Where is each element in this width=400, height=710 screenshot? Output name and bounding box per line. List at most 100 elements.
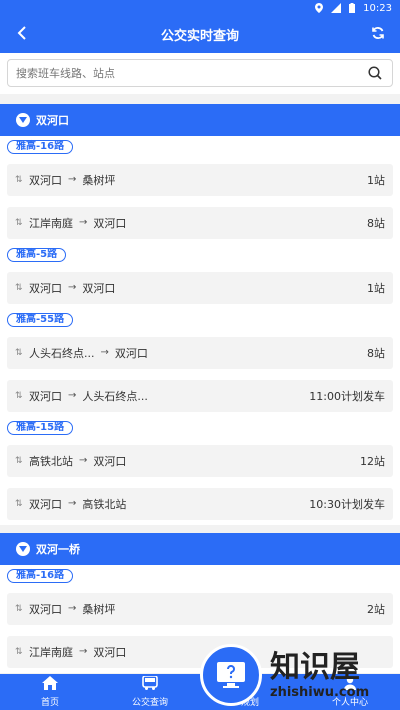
trip-item[interactable]: ⇅ 人头石终点... → 双河口 8站 (7, 336, 393, 369)
trip-row: ⇅ 高铁北站 → 双河口 12站 (0, 439, 400, 482)
trip-item[interactable]: ⇅ 双河口 → 桑树坪 2站 (7, 592, 393, 625)
watermark-text: 知识屋 zhishiwu.com (270, 649, 370, 700)
arrow-right-icon: → (68, 174, 77, 185)
trip-from: 双河口 (29, 497, 62, 511)
app-header: 公交实时查询 (0, 16, 400, 53)
trip-to: 桑树坪 (82, 173, 116, 187)
tab-bus-query[interactable]: 公交查询 (100, 674, 200, 710)
arrow-right-icon: → (79, 455, 88, 466)
refresh-icon (371, 25, 385, 44)
station-header[interactable]: 双河口 (0, 104, 400, 136)
arrow-right-icon: → (68, 390, 77, 401)
trip-status: 12站 (360, 454, 385, 468)
search-input[interactable] (16, 66, 366, 80)
group-gap (0, 525, 400, 533)
swap-icon: ⇅ (15, 455, 23, 466)
route-tag[interactable]: 雅高-16路 (7, 140, 74, 154)
trip-item[interactable]: ⇅ 双河口 → 人头石终点... 11:00计划发车 (7, 379, 393, 412)
swap-icon: ⇅ (15, 217, 23, 228)
bus-icon (142, 675, 158, 693)
trip-to: 桑树坪 (82, 602, 116, 616)
trip-status: 11:00计划发车 (309, 389, 385, 403)
page-title: 公交实时查询 (160, 29, 239, 44)
swap-icon: ⇅ (15, 498, 23, 509)
station-header[interactable]: 双河一桥 (0, 533, 400, 565)
trip-status: 2站 (367, 602, 385, 616)
route-tag[interactable]: 雅高-55路 (7, 313, 74, 327)
trip-row: ⇅ 双河口 → 双河口 1站 (0, 266, 400, 309)
trip-to: 双河口 (93, 645, 127, 659)
swap-icon: ⇅ (15, 174, 23, 185)
trip-status: 1站 (367, 173, 385, 187)
trip-to: 双河口 (93, 454, 127, 468)
arrow-right-icon: → (100, 347, 109, 358)
trip-from: 双河口 (29, 281, 62, 295)
arrow-right-icon: → (79, 217, 88, 228)
trip-from: 双河口 (29, 389, 62, 403)
location-icon (315, 3, 324, 13)
trip-status: 10:30计划发车 (309, 497, 385, 511)
battery-icon (349, 3, 356, 13)
trip-from: 江岸南庭 (29, 645, 73, 659)
trip-from: 江岸南庭 (29, 216, 73, 230)
heart-chevron-icon (16, 113, 30, 127)
swap-icon: ⇅ (15, 603, 23, 614)
trip-from: 人头石终点... (29, 346, 95, 360)
trip-item[interactable]: ⇅ 双河口 → 双河口 1站 (7, 271, 393, 304)
route-tag-row: 雅高-55路 (0, 309, 400, 331)
back-button[interactable] (12, 24, 32, 44)
search-bar (0, 53, 400, 94)
swap-icon: ⇅ (15, 347, 23, 358)
trip-item[interactable]: ⇅ 双河口 → 高铁北站 10:30计划发车 (7, 487, 393, 520)
station-name: 双河一桥 (36, 543, 80, 556)
route-tag-row: 雅高-5路 (0, 244, 400, 266)
search-icon[interactable] (366, 64, 384, 82)
route-tag[interactable]: 雅高-16路 (7, 569, 74, 583)
route-tag[interactable]: 雅高-5路 (7, 248, 67, 262)
trip-from: 双河口 (29, 173, 62, 187)
swap-icon: ⇅ (15, 282, 23, 293)
trip-row: ⇅ 人头石终点... → 双河口 8站 (0, 331, 400, 374)
signal-icon (331, 3, 342, 13)
trip-row: ⇅ 双河口 → 桑树坪 1站 (0, 158, 400, 201)
trip-row: ⇅ 江岸南庭 → 双河口 8站 (0, 201, 400, 244)
station-list: 双河口 雅高-16路 ⇅ 双河口 → 桑树坪 1站 ⇅ 江岸南庭 → 双河口 8… (0, 104, 400, 674)
watermark-logo: 知识屋 zhishiwu.com (200, 640, 400, 710)
route-tag-row: 雅高-16路 (0, 136, 400, 158)
arrow-right-icon: → (68, 282, 77, 293)
trip-row: ⇅ 双河口 → 人头石终点... 11:00计划发车 (0, 374, 400, 417)
arrow-right-icon: → (68, 498, 77, 509)
trip-row: ⇅ 双河口 → 桑树坪 2站 (0, 587, 400, 630)
trip-from: 高铁北站 (29, 454, 73, 468)
watermark-url: zhishiwu.com (270, 684, 370, 700)
chevron-left-icon (17, 25, 27, 44)
route-tag-row: 雅高-15路 (0, 417, 400, 439)
route-tag[interactable]: 雅高-15路 (7, 421, 74, 435)
trip-to: 双河口 (93, 216, 127, 230)
watermark-title: 知识屋 (270, 649, 360, 685)
trip-status: 8站 (367, 346, 385, 360)
heart-chevron-icon (16, 542, 30, 556)
swap-icon: ⇅ (15, 390, 23, 401)
trip-row: ⇅ 双河口 → 高铁北站 10:30计划发车 (0, 482, 400, 525)
route-tag-row: 雅高-16路 (0, 565, 400, 587)
trip-to: 高铁北站 (82, 497, 127, 511)
help-monitor-icon (200, 644, 262, 706)
tab-label: 公交查询 (131, 698, 168, 708)
refresh-button[interactable] (368, 24, 388, 44)
trip-to: 人头石终点... (82, 389, 148, 403)
trip-item[interactable]: ⇅ 江岸南庭 → 双河口 8站 (7, 206, 393, 239)
arrow-right-icon: → (79, 646, 88, 657)
trip-status: 1站 (367, 281, 385, 295)
swap-icon: ⇅ (15, 646, 23, 657)
trip-to: 双河口 (114, 346, 148, 360)
search-box (7, 59, 393, 87)
trip-item[interactable]: ⇅ 高铁北站 → 双河口 12站 (7, 444, 393, 477)
arrow-right-icon: → (68, 603, 77, 614)
tab-home[interactable]: 首页 (0, 674, 100, 710)
home-icon (42, 676, 58, 693)
trip-status: 8站 (367, 216, 385, 230)
trip-to: 双河口 (82, 281, 116, 295)
trip-item[interactable]: ⇅ 双河口 → 桑树坪 1站 (7, 163, 393, 196)
status-time: 10:23 (363, 2, 392, 14)
